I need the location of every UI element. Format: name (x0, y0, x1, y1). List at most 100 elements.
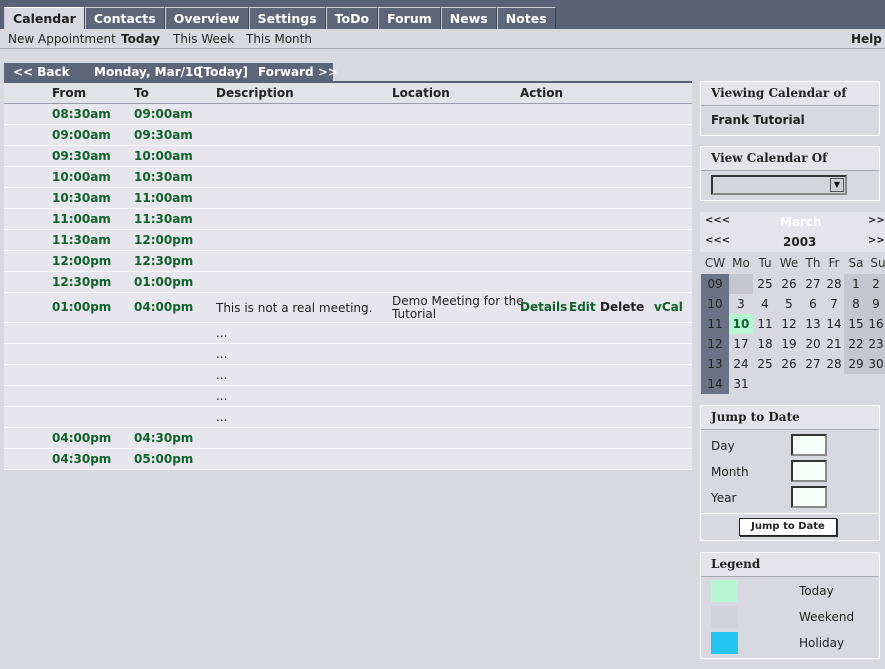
continuation-ellipsis: ... (216, 326, 228, 340)
calendar-week-number[interactable]: 09 (701, 274, 729, 294)
tab-forum[interactable]: Forum (378, 7, 441, 29)
calendar-day (729, 274, 753, 294)
calendar-day[interactable]: 1 (844, 274, 868, 294)
calendar-day[interactable]: 19 (777, 334, 801, 354)
this-month-link[interactable]: This Month (246, 32, 312, 46)
appointment-location-line2: Tutorial (392, 307, 437, 321)
calendar-day[interactable]: 28 (822, 354, 846, 374)
calendar-day[interactable]: 24 (729, 354, 753, 374)
new-appointment-link[interactable]: New Appointment (8, 32, 116, 46)
viewing-calendar-panel: Viewing Calendar of Frank Tutorial (700, 81, 880, 136)
calendar-week-number[interactable]: 11 (701, 314, 729, 334)
year-input[interactable] (791, 486, 827, 508)
calendar-week-number[interactable]: 10 (701, 294, 729, 314)
tab-notes[interactable]: Notes (496, 7, 556, 29)
table-row[interactable]: 09:00am 09:30am (4, 125, 692, 146)
calendar-day[interactable]: 31 (729, 374, 753, 394)
table-row[interactable]: 11:00am 11:30am (4, 209, 692, 230)
calendar-day[interactable]: 7 (822, 294, 846, 314)
table-row[interactable]: ... (4, 365, 692, 386)
calendar-day[interactable]: 15 (844, 314, 868, 334)
slot-to: 09:30am (134, 128, 193, 142)
column-description: Description (216, 86, 294, 100)
year-label: Year (711, 491, 737, 505)
weekday-header: Tu (758, 256, 772, 270)
calendar-week-number[interactable]: 14 (701, 374, 729, 394)
edit-link[interactable]: Edit (569, 300, 596, 314)
table-row[interactable]: ... (4, 323, 692, 344)
tab-settings[interactable]: Settings (248, 7, 326, 29)
calendar-day[interactable]: 30 (866, 354, 885, 374)
calendar-day[interactable]: 12 (777, 314, 801, 334)
table-row[interactable]: ... (4, 344, 692, 365)
table-row[interactable]: 10:30am 11:00am (4, 188, 692, 209)
calendar-day[interactable]: 11 (753, 314, 777, 334)
calendar-day[interactable]: 4 (753, 294, 777, 314)
calendar-day[interactable]: 26 (777, 354, 801, 374)
tab-news[interactable]: News (440, 7, 497, 29)
tab-contacts[interactable]: Contacts (84, 7, 165, 29)
jump-to-date-button[interactable]: Jump to Date (739, 518, 837, 536)
calendar-day[interactable]: 8 (844, 294, 868, 314)
prev-month-link[interactable]: <<< (705, 215, 730, 226)
tab-calendar[interactable]: Calendar (4, 7, 85, 29)
viewing-calendar-header: Viewing Calendar of (701, 82, 879, 106)
table-row[interactable]: 08:30am 09:00am (4, 104, 692, 125)
details-link[interactable]: Details (520, 300, 567, 314)
next-month-link[interactable]: >>> (868, 215, 885, 226)
calendar-day[interactable]: 5 (777, 294, 801, 314)
table-row[interactable]: 11:30am 12:00pm (4, 230, 692, 251)
calendar-day (777, 374, 801, 394)
legend-item-today: Today (711, 580, 871, 602)
help-link[interactable]: Help (851, 32, 882, 46)
legend-panel: Legend Today Weekend Holiday (700, 552, 880, 659)
calendar-week-number[interactable]: 12 (701, 334, 729, 354)
table-row[interactable]: 04:00pm 04:30pm (4, 428, 692, 449)
calendar-day[interactable]: 25 (753, 274, 777, 294)
calendar-day[interactable]: 26 (777, 274, 801, 294)
calendar-day[interactable]: 2 (866, 274, 885, 294)
calendar-day[interactable]: 9 (866, 294, 885, 314)
month-input[interactable] (791, 460, 827, 482)
calendar-day[interactable]: 22 (844, 334, 868, 354)
weekday-header-row: CW Mo Tu We Th Fr Sa Su (700, 253, 885, 273)
table-row[interactable]: ... (4, 386, 692, 407)
user-select[interactable]: ▼ (711, 175, 847, 195)
table-row[interactable]: 12:00pm 12:30pm (4, 251, 692, 272)
slot-from: 09:30am (52, 149, 111, 163)
calendar-day[interactable]: 14 (822, 314, 846, 334)
back-link[interactable]: << Back (13, 65, 70, 79)
next-year-link[interactable]: >>> (868, 235, 885, 246)
calendar-week-number[interactable]: 13 (701, 354, 729, 374)
calendar-day[interactable]: 28 (822, 274, 846, 294)
today-link[interactable]: Today (121, 32, 160, 46)
tab-overview[interactable]: Overview (164, 7, 249, 29)
calendar-day[interactable]: 18 (753, 334, 777, 354)
table-row[interactable]: 04:30pm 05:00pm (4, 449, 692, 470)
delete-link[interactable]: Delete (600, 300, 644, 314)
appointment-row[interactable]: 01:00pm 04:00pm This is not a real meeti… (4, 293, 692, 323)
table-row[interactable]: 09:30am 10:00am (4, 146, 692, 167)
calendar-day[interactable]: 21 (822, 334, 846, 354)
this-week-link[interactable]: This Week (173, 32, 234, 46)
table-row[interactable]: ... (4, 407, 692, 428)
chevron-down-icon[interactable]: ▼ (830, 178, 844, 192)
slot-from: 04:00pm (52, 431, 112, 445)
calendar-day[interactable]: 3 (729, 294, 753, 314)
table-row[interactable]: 10:00am 10:30am (4, 167, 692, 188)
day-input[interactable] (791, 434, 827, 456)
tab-todo[interactable]: ToDo (325, 7, 379, 29)
table-row[interactable]: 12:30pm 01:00pm (4, 272, 692, 293)
slot-to: 04:30pm (134, 431, 194, 445)
vcal-link[interactable]: vCal (654, 300, 683, 314)
calendar-day[interactable]: 10 (729, 314, 753, 334)
calendar-day[interactable]: 25 (753, 354, 777, 374)
calendar-day[interactable]: 17 (729, 334, 753, 354)
calendar-day[interactable]: 29 (844, 354, 868, 374)
calendar-day[interactable]: 16 (866, 314, 885, 334)
table-header: From To Description Location Action (4, 83, 692, 104)
forward-link[interactable]: Forward >> (258, 65, 338, 79)
today-bracket-link[interactable]: [Today] (198, 65, 248, 79)
prev-year-link[interactable]: <<< (705, 235, 730, 246)
calendar-day[interactable]: 23 (866, 334, 885, 354)
